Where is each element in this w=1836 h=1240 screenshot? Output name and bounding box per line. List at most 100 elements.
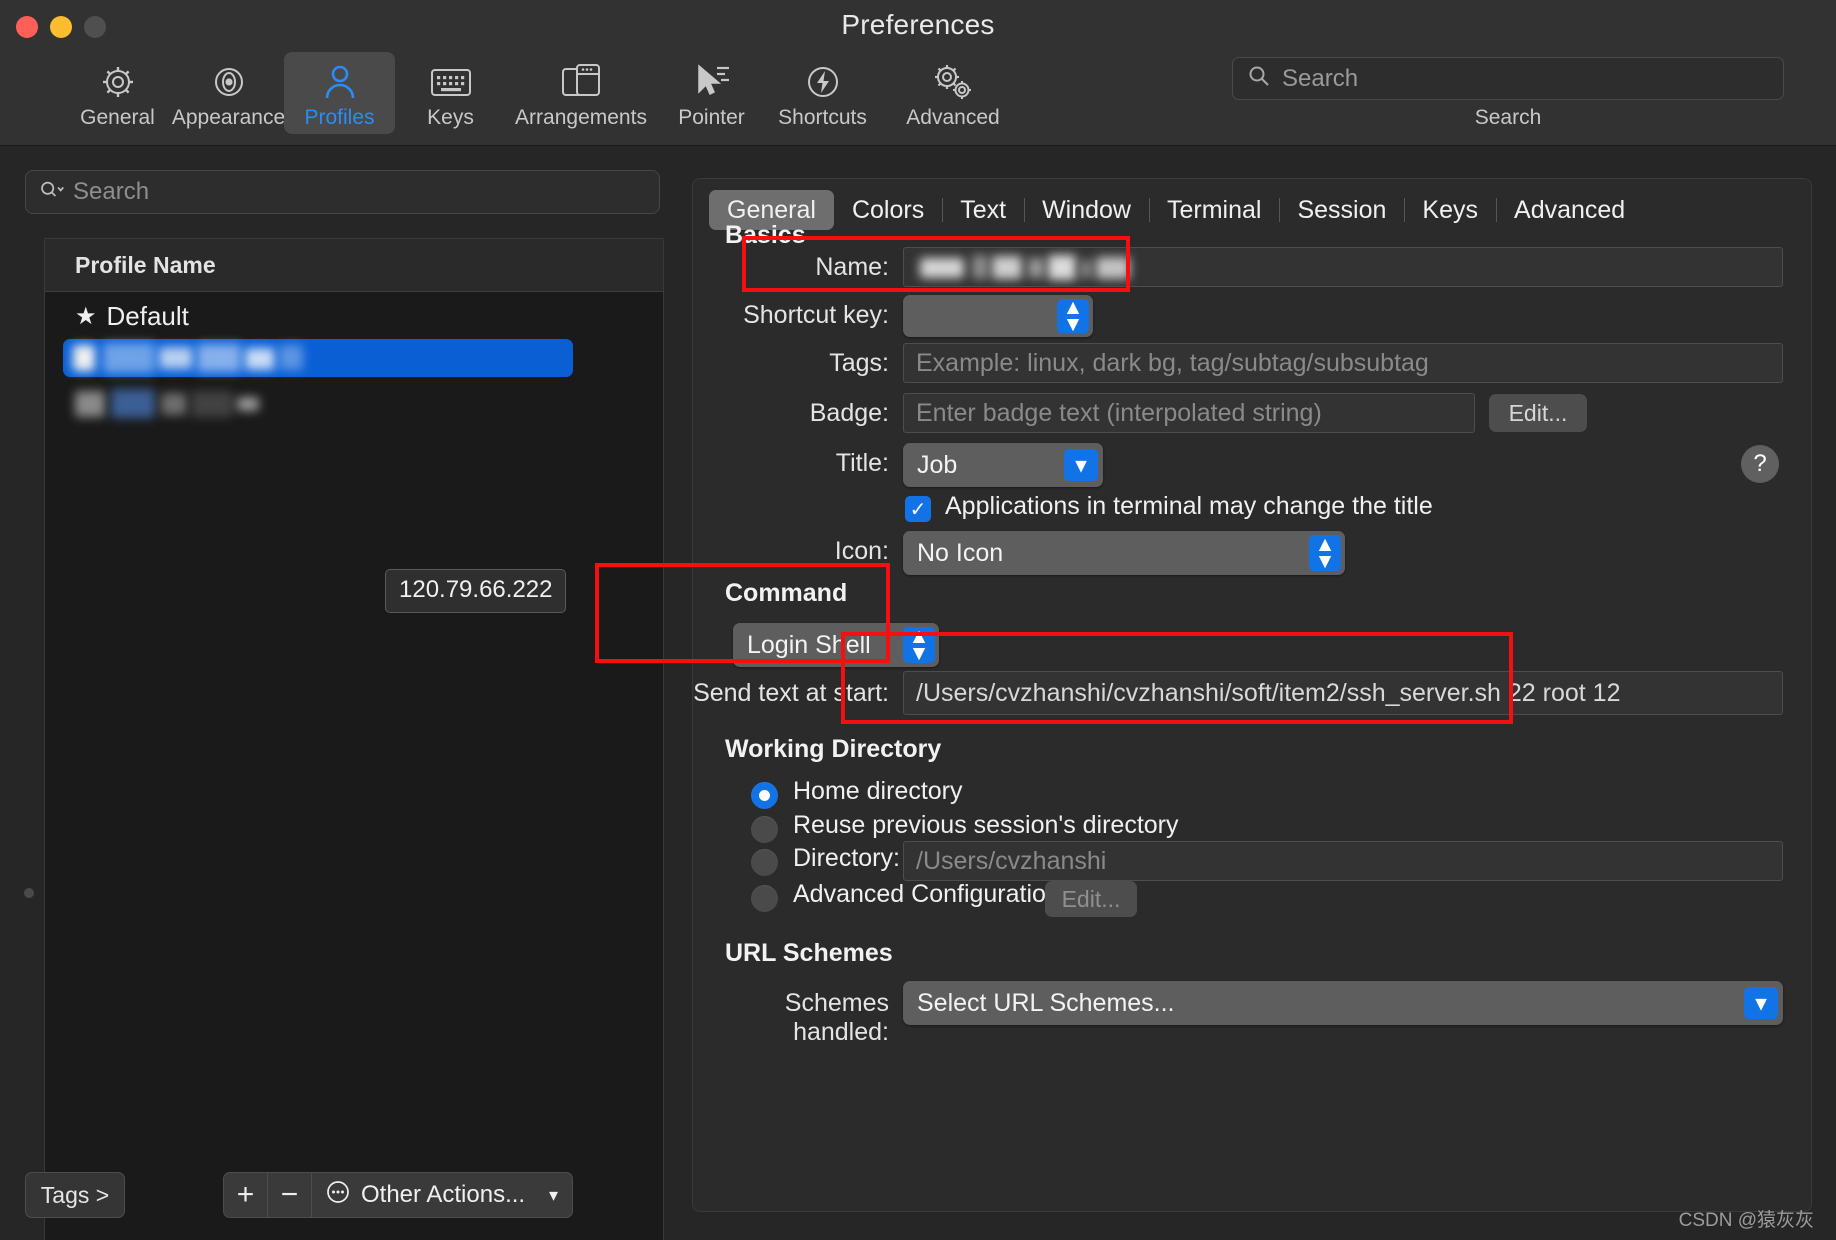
url-schemes-heading: URL Schemes bbox=[725, 939, 893, 967]
radio-advanced-configuration-label: Advanced Configuration bbox=[793, 880, 1060, 908]
bolt-icon bbox=[803, 60, 843, 104]
profile-search-input[interactable]: Search bbox=[25, 170, 660, 214]
title-popup[interactable]: Job ▾ bbox=[903, 443, 1103, 487]
list-item[interactable] bbox=[63, 339, 573, 377]
remove-profile-button[interactable]: − bbox=[268, 1173, 312, 1217]
toolbar-items: General Appearance Profiles Keys Arrange… bbox=[62, 52, 1028, 134]
chevron-down-icon[interactable]: ▾ bbox=[1064, 449, 1098, 481]
other-actions-label: Other Actions... bbox=[361, 1181, 526, 1208]
preferences-toolbar: General Appearance Profiles Keys Arrange… bbox=[0, 52, 1836, 146]
help-button[interactable]: ? bbox=[1741, 445, 1779, 483]
redacted-profile-name bbox=[73, 343, 513, 373]
list-item-label: Default bbox=[106, 300, 189, 331]
window-titlebar: Preferences bbox=[0, 0, 1836, 53]
stepper-icon[interactable]: ▲ ▼ bbox=[1057, 297, 1089, 335]
tab-terminal[interactable]: Terminal bbox=[1148, 190, 1279, 230]
redacted-profile-name bbox=[75, 389, 295, 419]
command-type-value: Login Shell bbox=[747, 630, 871, 659]
toolbar-item-arrangements-label: Arrangements bbox=[515, 106, 647, 129]
toolbar-item-keys-label: Keys bbox=[427, 106, 474, 129]
tab-text[interactable]: Text bbox=[942, 190, 1024, 230]
profile-list-rows: ★ Default bbox=[45, 292, 663, 428]
other-actions-button[interactable]: Other Actions... ▾ bbox=[312, 1173, 572, 1217]
working-directory-heading: Working Directory bbox=[725, 735, 942, 763]
star-icon: ★ bbox=[75, 302, 97, 330]
title-change-checkbox[interactable]: ✓ bbox=[905, 496, 931, 522]
sidebar-bottom-toolbar: Tags > + − Other Actions... ▾ bbox=[25, 1172, 665, 1218]
search-icon bbox=[39, 178, 65, 207]
custom-directory-field[interactable]: /Users/cvzhanshi bbox=[903, 841, 1783, 881]
sidebar-split-handle[interactable] bbox=[24, 888, 34, 898]
radio-reuse-previous-directory[interactable] bbox=[751, 816, 778, 843]
stepper-icon[interactable]: ▲ ▼ bbox=[1309, 534, 1341, 572]
shortcut-key-popup[interactable]: ▲ ▼ bbox=[903, 295, 1093, 337]
name-field[interactable] bbox=[903, 247, 1783, 287]
title-value: Job bbox=[917, 450, 958, 479]
search-icon bbox=[1247, 64, 1271, 93]
radio-custom-directory-label: Directory: bbox=[793, 844, 900, 872]
icon-field-label: Icon: bbox=[834, 537, 889, 565]
basics-heading: Basics bbox=[725, 221, 806, 249]
profile-list-column-header: Profile Name bbox=[45, 239, 663, 292]
tab-keys[interactable]: Keys bbox=[1404, 190, 1496, 230]
command-type-popup[interactable]: Login Shell ▲ ▼ bbox=[733, 623, 939, 667]
toolbar-item-profiles[interactable]: Profiles bbox=[284, 52, 395, 134]
stepper-icon[interactable]: ▲ ▼ bbox=[903, 626, 935, 664]
schemes-handled-popup[interactable]: Select URL Schemes... ▾ bbox=[903, 981, 1783, 1025]
cursor-icon bbox=[691, 60, 733, 104]
toolbar-search-area: Search Search bbox=[1232, 57, 1784, 130]
radio-home-directory-label: Home directory bbox=[793, 777, 963, 805]
toolbar-item-arrangements[interactable]: Arrangements bbox=[506, 52, 656, 134]
badge-field[interactable]: Enter badge text (interpolated string) bbox=[903, 393, 1475, 433]
toolbar-item-shortcuts-label: Shortcuts bbox=[778, 106, 867, 129]
title-change-checkbox-label: Applications in terminal may change the … bbox=[945, 492, 1433, 520]
gear-icon bbox=[98, 60, 138, 104]
list-item[interactable]: ★ Default bbox=[45, 292, 663, 340]
icon-value: No Icon bbox=[917, 538, 1004, 567]
schemes-handled-label: Schemes handled: bbox=[784, 989, 889, 1046]
radio-home-directory[interactable] bbox=[751, 782, 778, 809]
toolbar-item-appearance[interactable]: Appearance bbox=[171, 52, 286, 134]
toolbar-item-general[interactable]: General bbox=[62, 52, 173, 134]
tab-advanced[interactable]: Advanced bbox=[1496, 190, 1643, 230]
chevron-down-icon: ▾ bbox=[548, 1184, 558, 1205]
name-field-label: Name: bbox=[815, 253, 889, 281]
toolbar-item-shortcuts[interactable]: Shortcuts bbox=[767, 52, 878, 134]
icon-popup[interactable]: No Icon ▲ ▼ bbox=[903, 531, 1345, 575]
toolbar-item-advanced[interactable]: Advanced bbox=[878, 52, 1028, 134]
profile-search-placeholder: Search bbox=[73, 178, 150, 205]
toolbar-item-pointer[interactable]: Pointer bbox=[656, 52, 767, 134]
windows-icon bbox=[559, 60, 603, 104]
watermark: CSDN @猿灰灰 bbox=[1678, 1210, 1814, 1231]
advanced-configuration-edit-button[interactable]: Edit... bbox=[1045, 881, 1137, 917]
chevron-down-icon[interactable]: ▾ bbox=[1744, 987, 1778, 1019]
add-profile-button[interactable]: + bbox=[224, 1173, 268, 1217]
eye-icon bbox=[208, 60, 250, 104]
profile-list-table: Profile Name ★ Default bbox=[44, 238, 664, 1240]
tags-field[interactable]: Example: linux, dark bg, tag/subtag/subs… bbox=[903, 343, 1783, 383]
tab-session[interactable]: Session bbox=[1279, 190, 1404, 230]
tab-colors[interactable]: Colors bbox=[834, 190, 942, 230]
toolbar-item-keys[interactable]: Keys bbox=[395, 52, 506, 134]
radio-advanced-configuration[interactable] bbox=[751, 885, 778, 912]
toolbar-item-appearance-label: Appearance bbox=[171, 106, 286, 129]
tab-window[interactable]: Window bbox=[1024, 190, 1149, 230]
keyboard-icon bbox=[429, 60, 473, 104]
window-title: Preferences bbox=[841, 9, 995, 40]
command-heading: Command bbox=[725, 579, 848, 607]
badge-edit-button[interactable]: Edit... bbox=[1489, 394, 1587, 432]
radio-custom-directory[interactable] bbox=[751, 849, 778, 876]
tags-button[interactable]: Tags > bbox=[25, 1172, 125, 1218]
person-icon bbox=[322, 60, 358, 104]
search-input[interactable]: Search bbox=[1232, 57, 1784, 100]
list-item[interactable] bbox=[45, 380, 663, 428]
redacted-name-value bbox=[916, 252, 1176, 282]
badge-field-label: Badge: bbox=[809, 399, 889, 427]
profile-detail-pane: General Colors Text Window Terminal Sess… bbox=[692, 178, 1812, 1212]
shortcut-key-label: Shortcut key: bbox=[743, 301, 889, 329]
tags-field-label: Tags: bbox=[829, 349, 889, 377]
toolbar-item-general-label: General bbox=[80, 106, 155, 129]
send-text-field[interactable]: /Users/cvzhanshi/cvzhanshi/soft/item2/ss… bbox=[903, 671, 1783, 715]
toolbar-item-advanced-label: Advanced bbox=[906, 106, 1000, 129]
gears-icon bbox=[930, 60, 976, 104]
